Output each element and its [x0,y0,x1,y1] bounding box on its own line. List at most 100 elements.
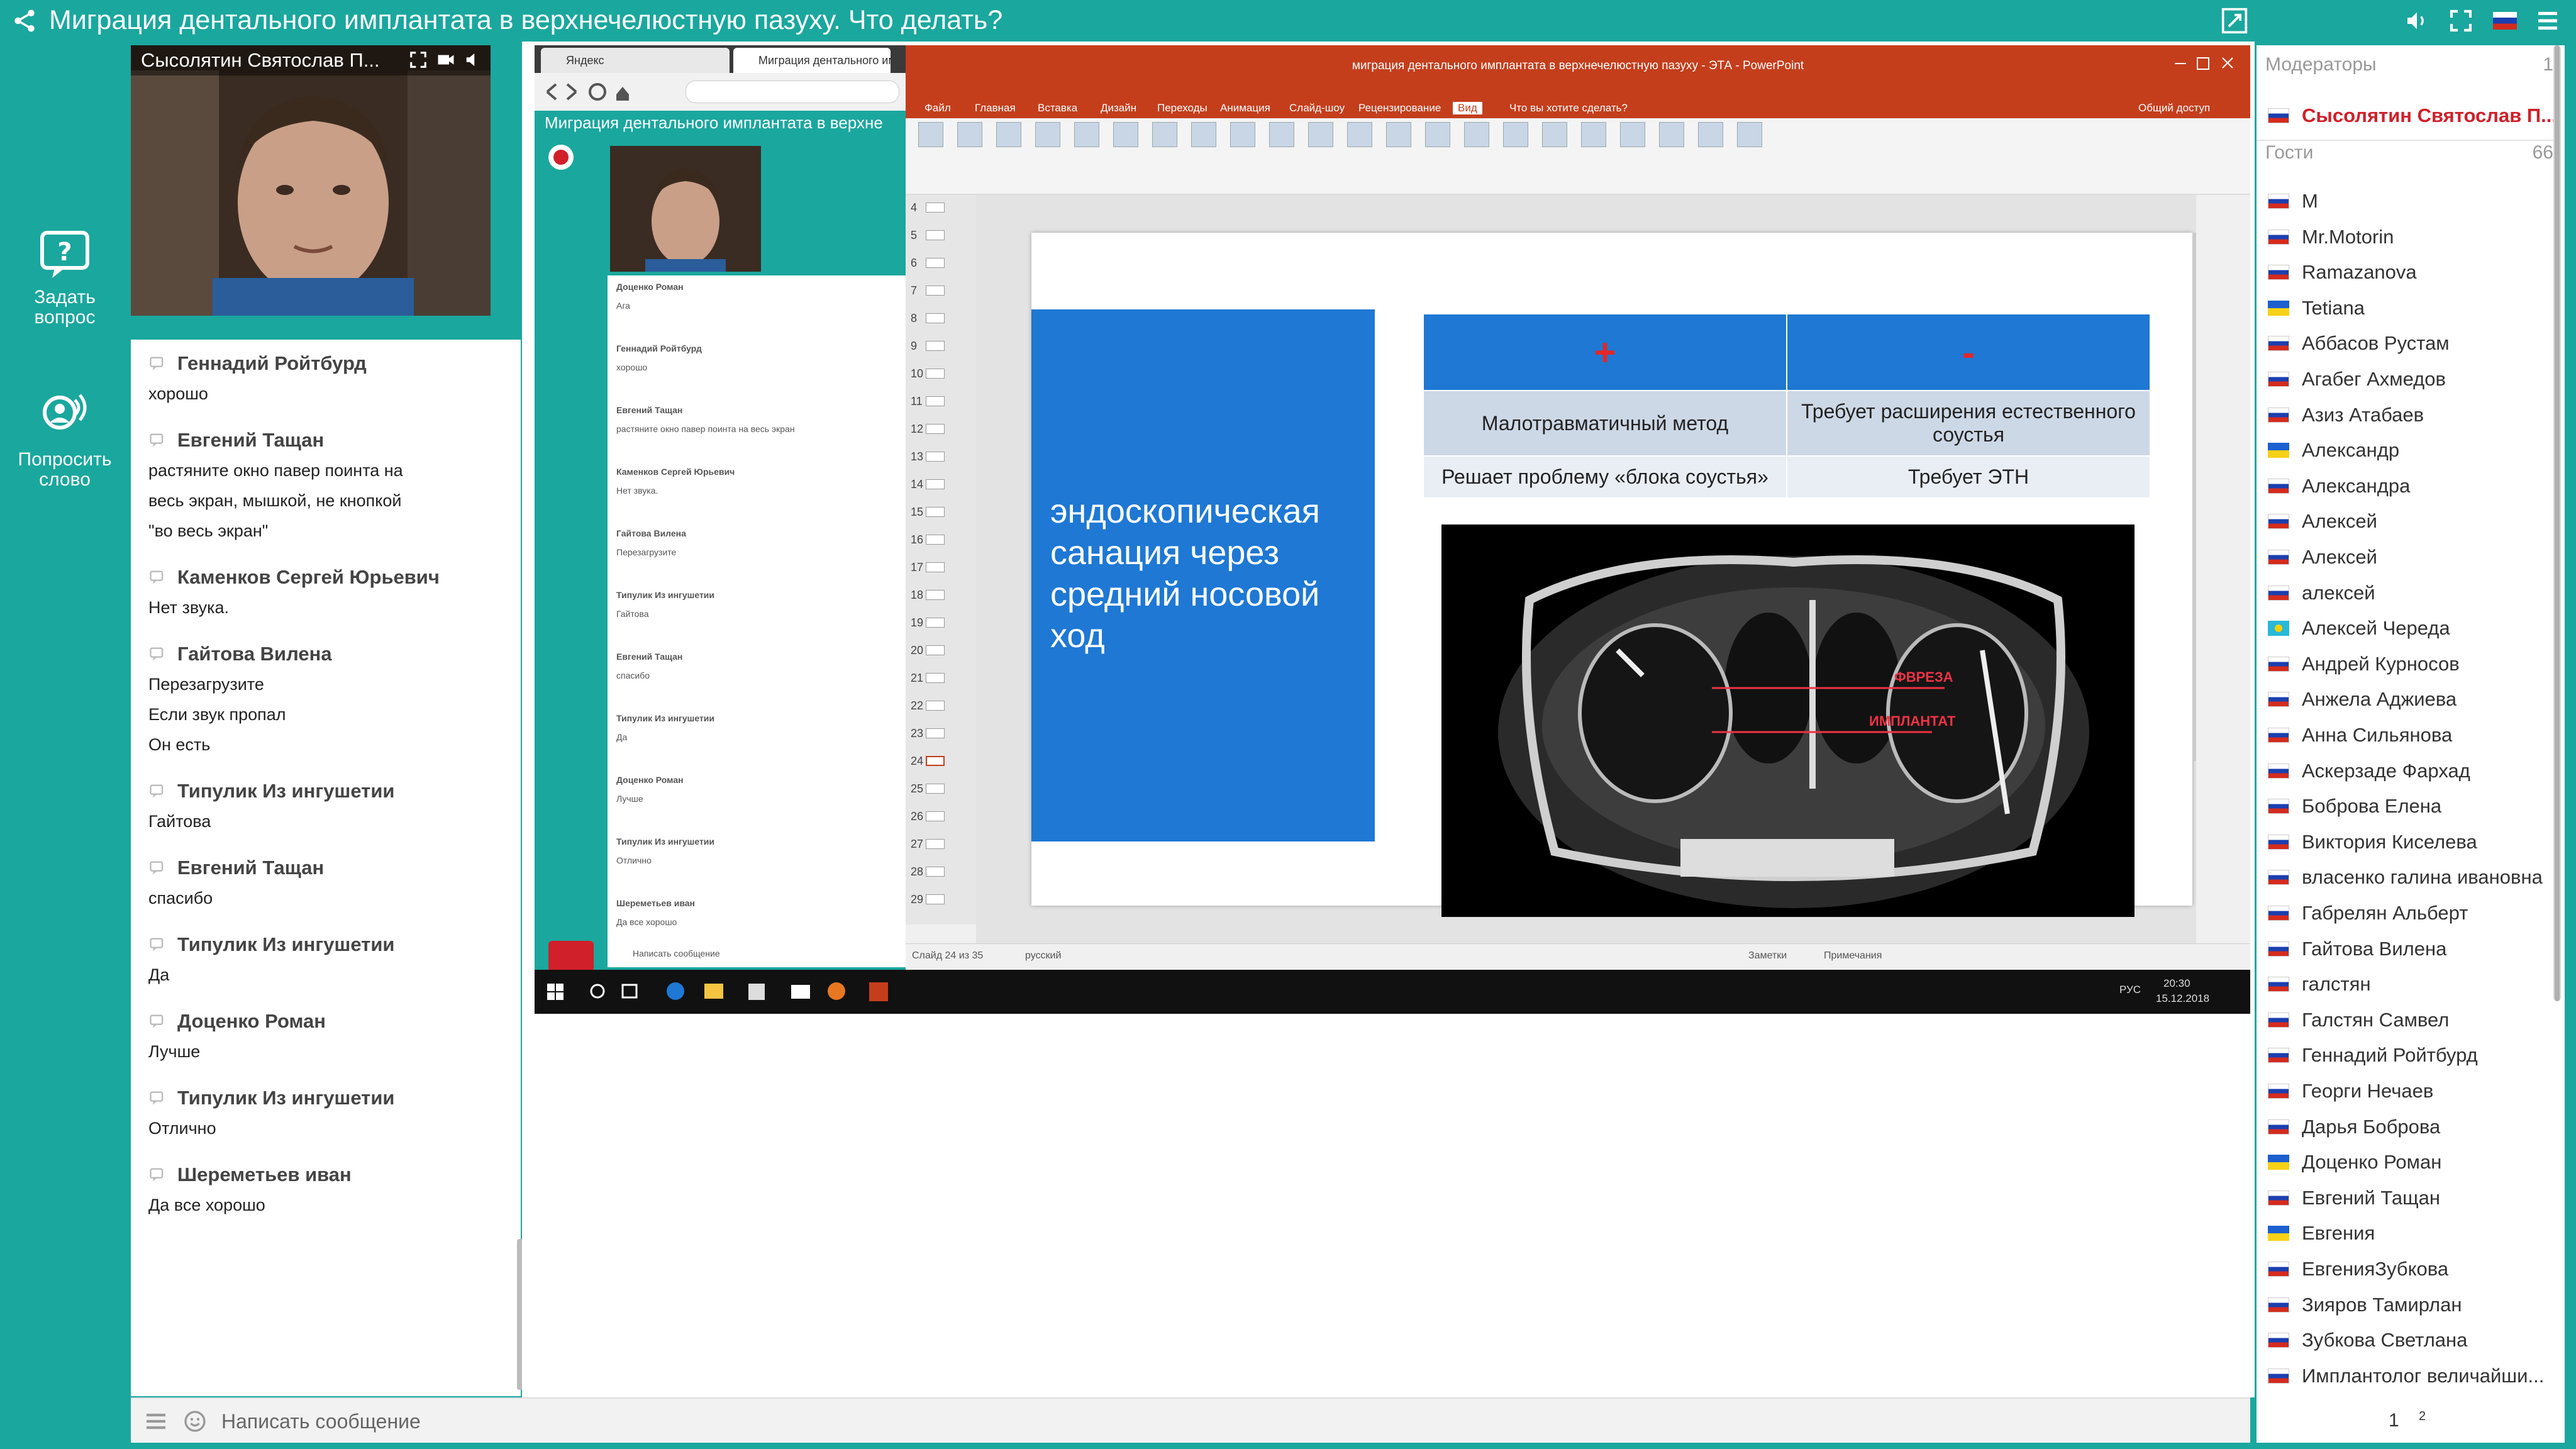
inner-chat-input[interactable]: Написать сообщение [633,948,720,958]
guest-row[interactable]: Имплантолог величайши... [2268,1358,2544,1394]
language-flag-icon[interactable] [2490,8,2519,34]
guest-row[interactable]: Дарья Боброва [2268,1109,2440,1145]
window-controls-icon[interactable] [2170,54,2239,73]
ribbon-button-icon[interactable] [1035,122,1060,147]
chat-message-input[interactable]: Написать сообщение [221,1410,421,1433]
ribbon-button-icon[interactable] [1659,122,1684,147]
status-notes[interactable]: Заметки [1748,950,1787,962]
guest-row[interactable]: Анжела Аджиева [2268,682,2457,717]
ribbon-button-icon[interactable] [1386,122,1411,147]
ribbon-button-icon[interactable] [1113,122,1138,147]
guest-row[interactable]: Евгения [2268,1216,2375,1251]
ppt-tab[interactable]: Переходы [1157,102,1208,114]
share-icon[interactable] [11,8,38,34]
guest-row[interactable]: ЕвгенияЗубкова [2268,1252,2448,1287]
guest-row[interactable]: Геннадий Ройтбурд [2268,1038,2478,1073]
slide-thumbnail[interactable] [926,756,945,766]
guest-row[interactable]: Боброва Елена [2268,789,2441,824]
slide-thumbnail[interactable] [926,811,945,821]
slide-thumbnail[interactable] [926,313,945,323]
request-speak-button[interactable]: Попросить слово [0,392,130,490]
guest-row[interactable]: Агабег Ахмедов [2268,362,2446,397]
guest-row[interactable]: Алексей [2268,540,2377,575]
ribbon-button-icon[interactable] [996,122,1021,147]
taskbar-app-icons[interactable] [535,970,937,1014]
ribbon-button-icon[interactable] [1308,122,1333,147]
guest-row[interactable]: Ramazanova [2268,255,2417,290]
status-comments[interactable]: Примечания [1824,950,1882,962]
slide-thumbnail[interactable] [926,645,945,655]
guest-row[interactable]: Доценко Роман [2268,1145,2441,1180]
slide-thumbnail[interactable] [926,203,945,213]
slide-thumbnail[interactable] [926,369,945,379]
ribbon-button-icon[interactable] [957,122,982,147]
ribbon-button-icon[interactable] [1542,122,1567,147]
browser-tab-webinar[interactable]: Миграция дентального имп [733,48,891,73]
guest-row[interactable]: Галстян Самвел [2268,1002,2449,1038]
ribbon-button-icon[interactable] [1581,122,1606,147]
slide-thumbnail[interactable] [926,452,945,462]
emoji-icon[interactable] [182,1409,208,1434]
guest-row[interactable]: Анна Сильянова [2268,718,2452,753]
guest-row[interactable]: Зияров Тамирлан [2268,1287,2462,1323]
guest-row[interactable]: Аббасов Рустам [2268,326,2450,361]
ribbon-button-icon[interactable] [1191,122,1216,147]
page-current[interactable]: 1 [2389,1410,2399,1431]
record-icon[interactable] [548,145,574,170]
slide-thumbnail[interactable] [926,396,945,406]
guest-row[interactable]: Алексей Череда [2268,611,2450,646]
ppt-tab[interactable]: Анимация [1220,102,1270,114]
ribbon-button-icon[interactable] [918,122,943,147]
expand-video-icon[interactable] [409,50,428,69]
ribbon-button-icon[interactable] [1230,122,1255,147]
slide-thumbnail[interactable] [926,341,945,351]
slide-thumbnail[interactable] [926,535,945,545]
presenter-video[interactable]: Сысолятин Святослав П... [131,45,491,316]
participants-scrollbar[interactable] [2553,45,2561,1001]
status-language[interactable]: русский [1025,950,1061,962]
guest-row[interactable]: Mr.Motorin [2268,219,2394,255]
ribbon-button-icon[interactable] [1620,122,1645,147]
slide-thumbnail[interactable] [926,562,945,572]
sound-icon[interactable] [464,50,483,69]
ribbon-button-icon[interactable] [1269,122,1294,147]
slide-thumbnail[interactable] [926,618,945,628]
slide-thumbnail[interactable] [926,867,945,877]
ppt-tab[interactable]: Главная [975,102,1016,114]
guest-row[interactable]: Гайтова Вилена [2268,931,2446,967]
slide-scrollbar[interactable] [2194,233,2196,761]
guest-row[interactable]: галстян [2268,967,2371,1002]
slide-thumbnail[interactable] [926,673,945,683]
guest-row[interactable]: М [2268,184,2318,219]
guest-row[interactable]: Виктория Киселева [2268,824,2477,860]
slide-thumbnail[interactable] [926,894,945,904]
camera-icon[interactable] [436,50,455,69]
guest-row[interactable]: Tetiana [2268,291,2365,326]
guest-row[interactable]: Зубкова Светлана [2268,1323,2467,1358]
slide-thumbnail[interactable] [926,479,945,489]
chat-menu-icon[interactable] [143,1409,169,1434]
slide-thumbnail[interactable] [926,590,945,600]
guest-row[interactable]: Аскерзаде Фархад [2268,753,2470,789]
ppt-tab[interactable]: Файл [924,102,951,114]
browser-nav-icons[interactable] [535,73,660,111]
slide-thumbnail[interactable] [926,286,945,296]
ask-question-button[interactable]: ? Задать вопрос [0,230,130,328]
ribbon-button-icon[interactable] [1464,122,1489,147]
slide-thumbnail[interactable] [926,230,945,240]
browser-tab-yandex[interactable]: Яндекс [541,48,730,73]
ribbon-button-icon[interactable] [1737,122,1762,147]
ppt-tab[interactable]: Вставка [1038,102,1077,114]
volume-icon[interactable] [2402,8,2431,34]
slide-thumbnail[interactable] [926,258,945,268]
moderator-row[interactable]: Сысолятин Святослав П... [2268,98,2557,133]
guest-row[interactable]: алексей [2268,575,2375,611]
guest-row[interactable]: Азиз Атабаев [2268,397,2424,433]
slide-thumbnail[interactable] [926,424,945,434]
layout-icon[interactable] [2220,8,2249,34]
ribbon-button-icon[interactable] [1152,122,1177,147]
ribbon-button-icon[interactable] [1425,122,1450,147]
ribbon-button-icon[interactable] [1698,122,1723,147]
guest-row[interactable]: Александра [2268,469,2410,504]
ppt-tab[interactable]: Дизайн [1101,102,1136,114]
